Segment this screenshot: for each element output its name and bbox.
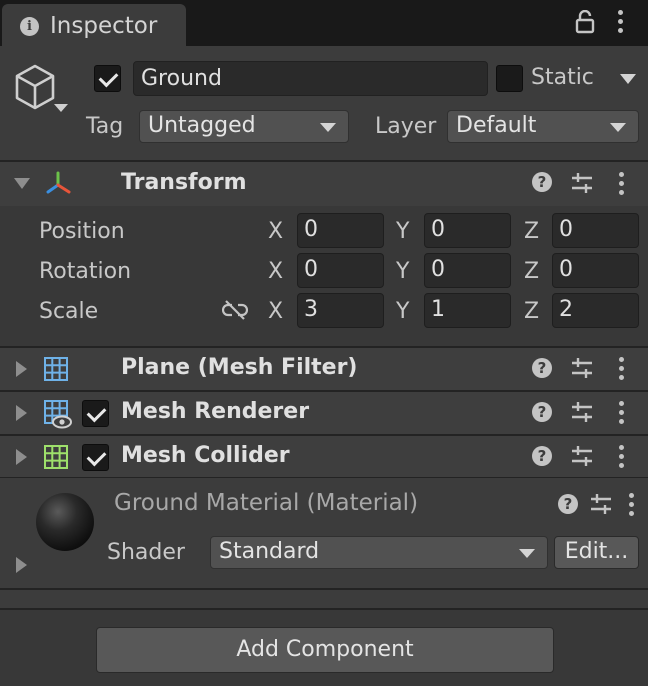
help-icon[interactable]: ? [532,358,552,378]
component-header-mesh-filter[interactable]: Plane (Mesh Filter) ? [0,348,648,390]
y-axis-label[interactable]: Y [396,219,409,244]
tab-inspector[interactable]: i Inspector [2,4,186,46]
rotation-x-field[interactable]: 0 [297,253,384,288]
link-broken-icon[interactable] [221,299,249,321]
presets-icon[interactable] [570,172,594,194]
component-title: Transform [121,170,247,195]
static-label: Static [531,65,594,90]
scale-x-field[interactable]: 3 [297,293,384,328]
help-icon[interactable]: ? [558,494,578,514]
position-y-field[interactable]: 0 [424,213,511,248]
object-name-field[interactable]: Ground [133,61,488,96]
scale-z-field[interactable]: 2 [552,293,639,328]
component-enabled-checkbox[interactable] [82,400,109,427]
z-axis-label[interactable]: Z [524,259,539,284]
shader-value: Standard [219,539,320,564]
component-enabled-checkbox[interactable] [82,444,109,471]
layer-label: Layer [375,114,437,139]
active-checkbox[interactable] [94,65,121,92]
presets-icon[interactable] [570,357,594,379]
shader-dropdown[interactable]: Standard [210,536,548,569]
static-checkbox[interactable] [496,65,523,92]
foldout-collapsed-icon[interactable] [16,449,27,465]
chevron-down-icon [610,123,626,132]
transform-icon [44,170,72,198]
layer-value: Default [456,113,537,138]
y-axis-label[interactable]: Y [396,299,409,324]
chevron-down-icon [519,549,535,558]
shader-label: Shader [107,540,185,565]
component-title: Mesh Renderer [121,399,310,424]
presets-icon[interactable] [589,493,613,515]
rotation-y-field[interactable]: 0 [424,253,511,288]
presets-icon[interactable] [570,401,594,423]
tag-label: Tag [86,114,124,139]
mesh-collider-icon [43,444,69,470]
foldout-expanded-icon[interactable] [14,178,30,189]
component-title: Mesh Collider [121,443,290,468]
x-axis-label[interactable]: X [268,259,283,284]
foldout-collapsed-icon[interactable] [16,557,27,573]
help-icon[interactable]: ? [532,172,552,192]
x-axis-label[interactable]: X [268,219,283,244]
tab-label: Inspector [50,13,158,39]
mesh-filter-icon [43,356,69,382]
tag-dropdown[interactable]: Untagged [139,110,349,143]
add-component-button[interactable]: Add Component [96,627,554,673]
help-icon[interactable]: ? [532,446,552,466]
component-menu-icon[interactable] [619,445,625,469]
position-label: Position [39,219,125,244]
foldout-collapsed-icon[interactable] [16,405,27,421]
empty-row [0,590,648,608]
foldout-collapsed-icon[interactable] [16,361,27,377]
divider [0,608,648,610]
material-menu-icon[interactable] [629,493,635,517]
component-header-mesh-collider[interactable]: Mesh Collider ? [0,436,648,478]
component-header-mesh-renderer[interactable]: Mesh Renderer ? [0,392,648,434]
component-menu-icon[interactable] [619,401,625,425]
scale-y-field[interactable]: 1 [424,293,511,328]
lock-icon[interactable] [574,9,596,34]
position-z-field[interactable]: 0 [552,213,639,248]
component-menu-icon[interactable] [619,172,625,196]
y-axis-label[interactable]: Y [396,259,409,284]
rotation-label: Rotation [39,259,132,284]
rotation-z-field[interactable]: 0 [552,253,639,288]
mesh-renderer-icon [43,399,73,429]
z-axis-label[interactable]: Z [524,299,539,324]
gameobject-cube-icon[interactable] [14,62,70,118]
z-axis-label[interactable]: Z [524,219,539,244]
edit-shader-button[interactable]: Edit... [554,536,639,569]
static-dropdown-arrow-icon[interactable] [620,74,636,84]
presets-icon[interactable] [570,445,594,467]
chevron-down-icon [320,123,336,132]
layer-dropdown[interactable]: Default [447,110,639,143]
material-title: Ground Material (Material) [114,490,419,516]
material-preview-sphere[interactable] [36,493,94,551]
component-menu-icon[interactable] [619,357,625,381]
component-title: Plane (Mesh Filter) [121,355,358,380]
tag-value: Untagged [148,113,256,138]
position-x-field[interactable]: 0 [297,213,384,248]
info-icon: i [20,17,39,36]
x-axis-label[interactable]: X [268,299,283,324]
scale-label: Scale [39,299,99,324]
tab-menu-icon[interactable] [618,10,624,34]
help-icon[interactable]: ? [532,402,552,422]
component-header-transform[interactable]: Transform ? [0,162,648,206]
